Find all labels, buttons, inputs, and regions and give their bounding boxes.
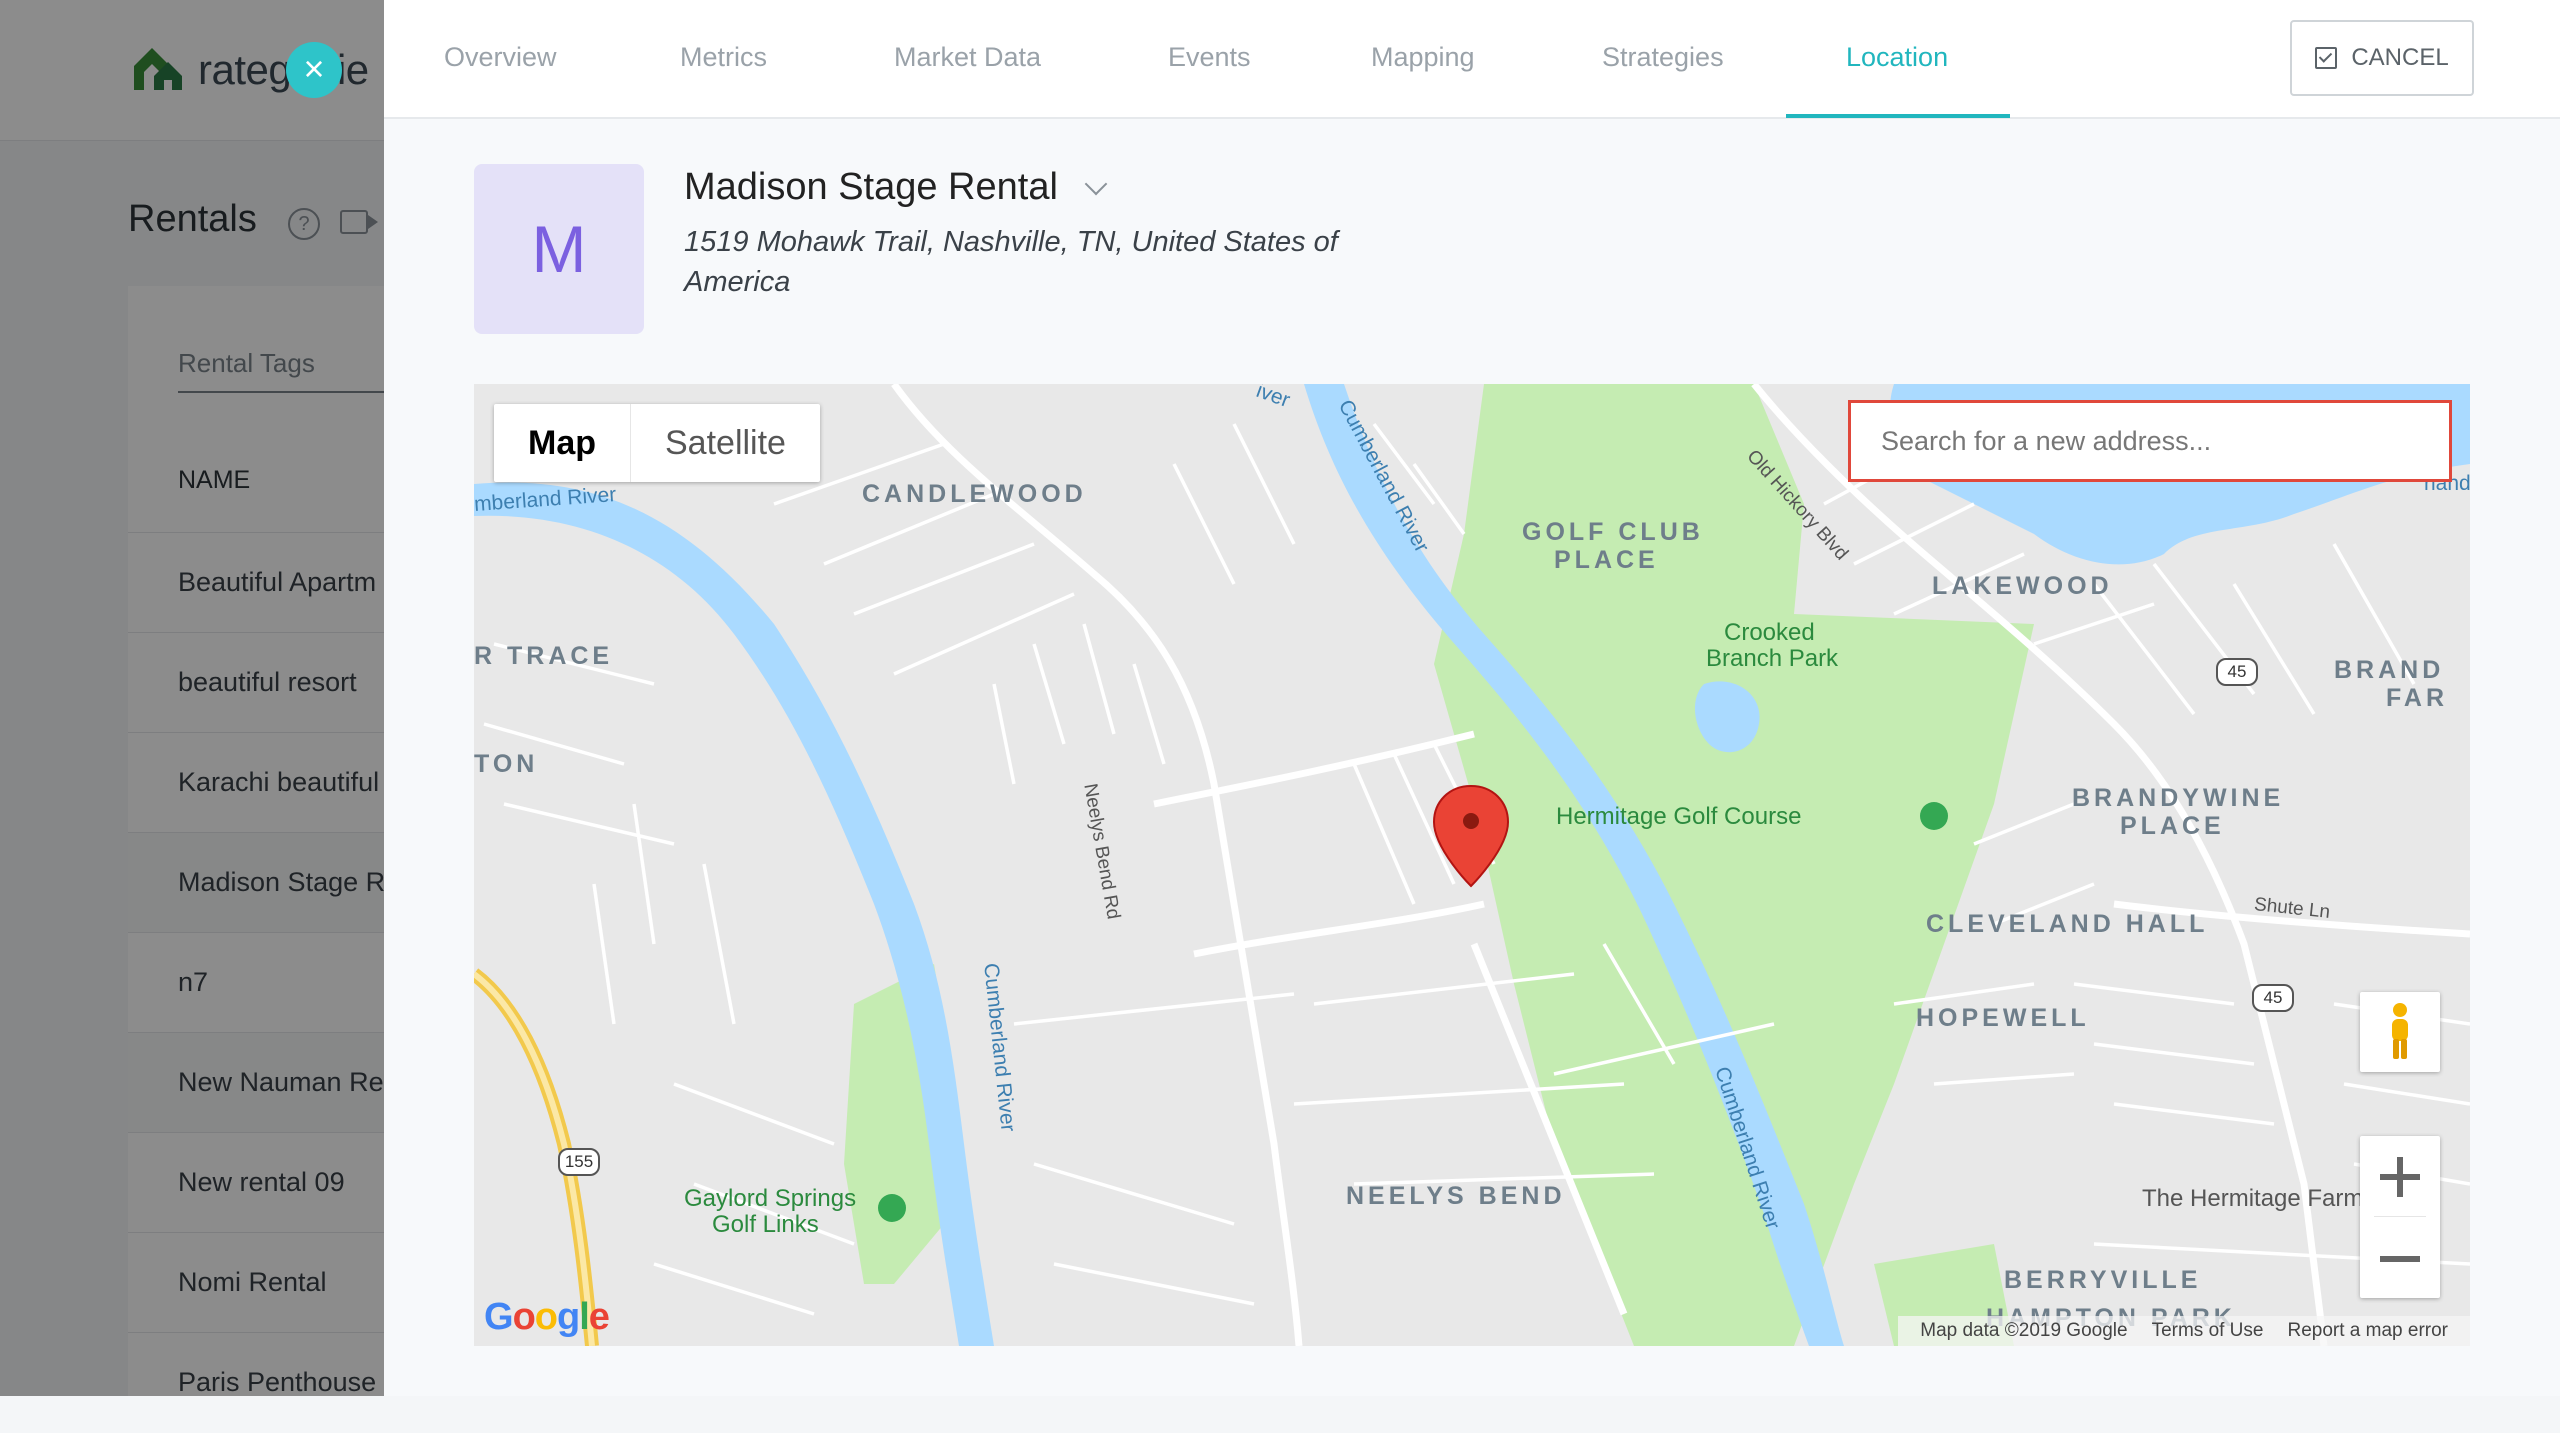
golf-links-icon [878, 1194, 906, 1222]
route-shield: 155 [558, 1148, 600, 1176]
terms-of-use-link[interactable]: Terms of Use [2152, 1320, 2264, 1342]
map-poi-label: Golf Links [712, 1211, 819, 1238]
map-poi-label: The Hermitage Farm [2142, 1185, 2364, 1212]
chevron-down-icon [1084, 172, 1108, 195]
map-area-label: PLACE [2120, 812, 2225, 840]
tab-mapping[interactable]: Mapping [1371, 0, 1475, 117]
zoom-out-button[interactable] [2360, 1218, 2440, 1298]
map-poi-label: Gaylord Springs [684, 1185, 857, 1212]
map-type-satellite-button[interactable]: Satellite [631, 404, 820, 482]
map-area-label: HOPEWELL [1916, 1004, 2090, 1032]
route-shield: 45 [2216, 658, 2258, 686]
tab-overview[interactable]: Overview [444, 0, 557, 117]
location-map[interactable]: CANDLEWOOD GOLF CLUB PLACE LAKEWOOD R TR… [474, 384, 2470, 1346]
map-area-label: CLEVELAND HALL [1926, 910, 2209, 938]
map-area-label: BRAND [2334, 656, 2445, 684]
map-area-label: BERRYVILLE [2004, 1266, 2202, 1294]
checkbox-icon [2315, 47, 2338, 69]
map-poi-label: Hermitage Golf Course [1556, 803, 1802, 830]
map-area-label: CANDLEWOOD [862, 480, 1087, 508]
golf-course-icon [1920, 802, 1948, 830]
rental-detail-panel: Overview Metrics Market Data Events Mapp… [384, 0, 2560, 1396]
divider [2374, 1216, 2426, 1217]
map-area-label: R TRACE [474, 642, 614, 670]
map-poi-label: Crooked [1724, 619, 1815, 646]
zoom-in-button[interactable] [2360, 1136, 2440, 1216]
rental-address: 1519 Mohawk Trail, Nashville, TN, United… [684, 226, 1338, 298]
map-area-label: NEELYS BEND [1346, 1182, 1566, 1210]
close-panel-button[interactable]: × [286, 42, 342, 98]
report-map-error-link[interactable]: Report a map error [2287, 1320, 2448, 1342]
zoom-control [2360, 1136, 2440, 1298]
map-type-map-button[interactable]: Map [494, 404, 630, 482]
map-area-label: BRANDYWINE [2072, 784, 2285, 812]
map-data-credit: Map data ©2019 Google [1920, 1320, 2128, 1341]
route-shield: 45 [2252, 984, 2294, 1012]
pegman-icon [2392, 1003, 2408, 1059]
map-attribution: Map data ©2019 Google Terms of Use Repor… [1898, 1316, 2470, 1346]
close-icon: × [303, 48, 325, 89]
cancel-button[interactable]: CANCEL [2290, 20, 2474, 96]
map-area-label: GOLF CLUB [1522, 518, 1704, 546]
rental-selector[interactable]: Madison Stage Rental [684, 166, 1108, 209]
street-view-pegman-icon[interactable] [2360, 992, 2440, 1072]
address-search-input[interactable] [1848, 400, 2452, 482]
map-type-control: Map Satellite [494, 404, 820, 482]
tab-events[interactable]: Events [1168, 0, 1251, 117]
rental-avatar: M [474, 164, 644, 334]
tab-location[interactable]: Location [1846, 0, 1948, 117]
rental-name: Madison Stage Rental [684, 166, 1058, 208]
map-area-label: FAR [2386, 684, 2448, 712]
map-area-label: PLACE [1554, 546, 1659, 574]
tab-strategies[interactable]: Strategies [1602, 0, 1724, 117]
cancel-label: CANCEL [2351, 44, 2449, 71]
map-area-label: LAKEWOOD [1932, 572, 2113, 600]
tab-bar: Overview Metrics Market Data Events Mapp… [384, 0, 2560, 119]
map-area-label: TON [474, 750, 539, 778]
map-poi-label: Branch Park [1706, 645, 1839, 672]
tab-market-data[interactable]: Market Data [894, 0, 1041, 117]
tab-metrics[interactable]: Metrics [680, 0, 767, 117]
google-logo[interactable]: Google [484, 1296, 610, 1339]
active-tab-indicator [1786, 114, 2010, 118]
